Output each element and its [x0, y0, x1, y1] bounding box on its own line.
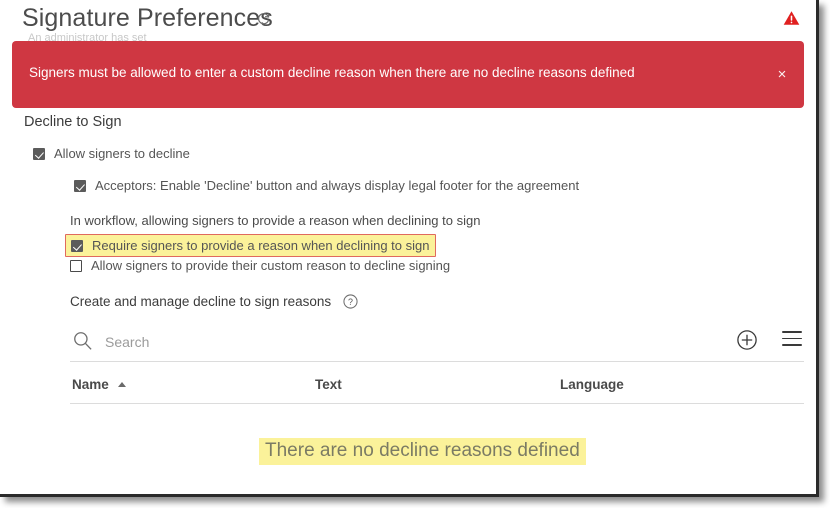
checkbox-label: Allow signers to provide their custom re…	[91, 258, 451, 273]
plus-circle-icon[interactable]	[736, 329, 758, 351]
refresh-icon[interactable]	[256, 11, 271, 26]
search-bar	[70, 323, 804, 362]
checkbox-allow-custom-decline-reason[interactable]	[70, 260, 82, 272]
sort-ascending-icon	[117, 382, 126, 387]
checkbox-label: Require signers to provide a reason when…	[92, 238, 430, 253]
reasons-table-header: Name Text Language	[70, 373, 804, 404]
warning-triangle-icon[interactable]	[783, 10, 800, 26]
preferences-page: Signature Preferences An administrator h…	[0, 0, 819, 497]
checkbox-row-allow-signers-to-decline[interactable]: Allow signers to decline	[33, 146, 190, 161]
screenshot-root: Signature Preferences An administrator h…	[0, 0, 830, 508]
checkbox-allow-signers-to-decline[interactable]	[33, 148, 45, 160]
menu-bar-2	[782, 337, 802, 340]
empty-state-message: There are no decline reasons defined	[259, 438, 586, 465]
page-header: Signature Preferences An administrator h…	[0, 0, 816, 42]
search-input[interactable]	[105, 331, 705, 353]
checkbox-row-require-reason-when-declining[interactable]: Require signers to provide a reason when…	[65, 234, 437, 257]
section-heading-decline-to-sign: Decline to Sign	[24, 114, 122, 130]
checkbox-row-acceptors-enable-decline-button[interactable]: Acceptors: Enable 'Decline' button and a…	[74, 178, 579, 193]
error-banner-message: Signers must be allowed to enter a custo…	[29, 65, 635, 80]
help-circle-icon[interactable]: ?	[343, 294, 358, 309]
workflow-note: In workflow, allowing signers to provide…	[70, 213, 481, 228]
checkbox-label: Allow signers to decline	[54, 146, 190, 161]
column-header-text[interactable]: Text	[315, 377, 342, 392]
column-header-language[interactable]: Language	[560, 377, 624, 392]
checkbox-require-reason-when-declining[interactable]	[71, 240, 83, 252]
error-banner: Signers must be allowed to enter a custo…	[12, 41, 804, 108]
svg-text:?: ?	[348, 297, 353, 307]
manage-reasons-line: Create and manage decline to sign reason…	[70, 294, 358, 309]
column-header-name-label: Name	[72, 377, 109, 392]
close-icon[interactable]: ×	[772, 65, 792, 85]
column-header-name[interactable]: Name	[72, 377, 126, 392]
hamburger-menu-icon[interactable]	[782, 331, 802, 349]
checkbox-row-allow-custom-decline-reason[interactable]: Allow signers to provide their custom re…	[70, 258, 450, 273]
checkbox-acceptors-enable-decline-button[interactable]	[74, 180, 86, 192]
checkbox-label: Acceptors: Enable 'Decline' button and a…	[95, 178, 580, 193]
manage-reasons-label: Create and manage decline to sign reason…	[70, 294, 332, 309]
search-icon[interactable]	[72, 330, 93, 351]
menu-bar-3	[782, 344, 802, 346]
menu-bar-1	[782, 331, 802, 333]
page-title: Signature Preferences	[22, 4, 273, 32]
